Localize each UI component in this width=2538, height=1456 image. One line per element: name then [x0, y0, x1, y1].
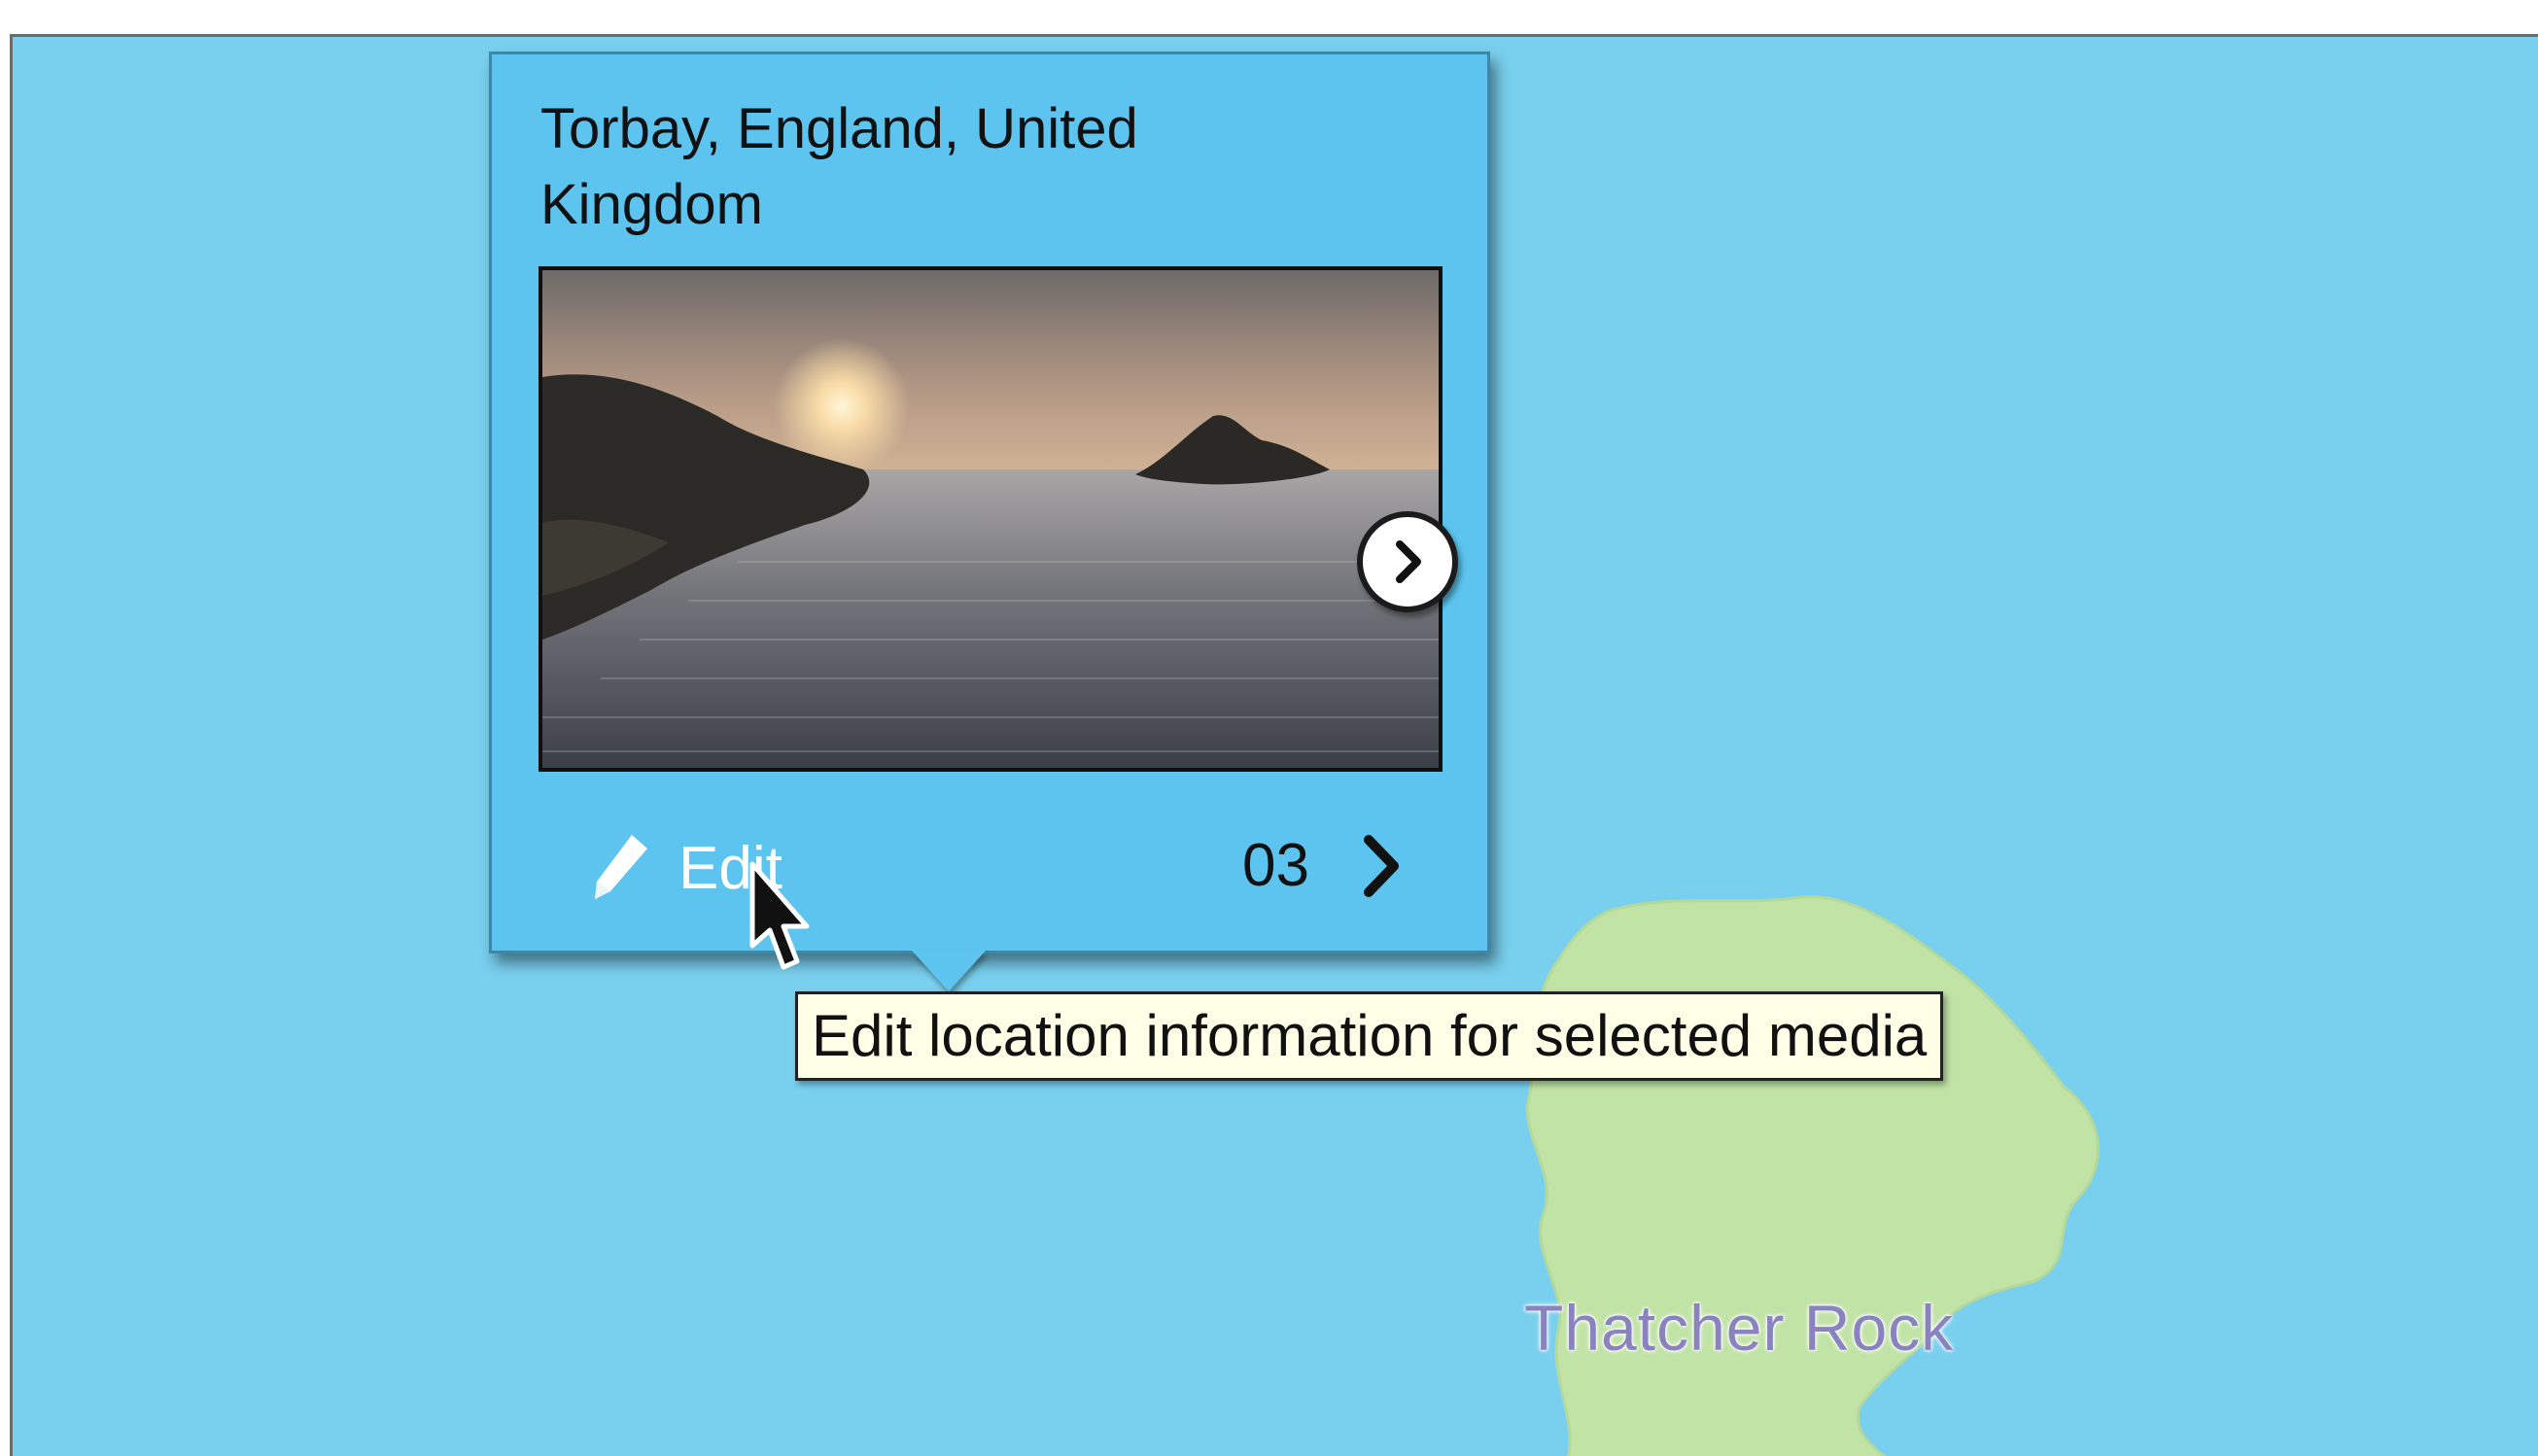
chevron-right-icon[interactable] [1357, 832, 1406, 900]
popup-pointer [912, 951, 986, 991]
pencil-icon [595, 835, 647, 899]
location-title: Torbay, England, United Kingdom [540, 97, 1138, 236]
screen: Thatcher Rock Torbay, England, United Ki… [0, 0, 2538, 1456]
next-photo-button[interactable] [1357, 511, 1458, 612]
edit-tooltip: Edit location information for selected m… [795, 991, 1944, 1081]
media-thumbnail[interactable] [539, 266, 1443, 772]
arrow-pointer-icon [749, 861, 810, 970]
map-place-label: Thatcher Rock [1524, 1292, 1955, 1364]
sunset-seascape-image [542, 270, 1439, 768]
location-popup: Torbay, England, United Kingdom Edit 03 [489, 52, 1490, 953]
media-count: 03 [1242, 832, 1309, 899]
chevron-right-circle-icon [1396, 540, 1421, 583]
